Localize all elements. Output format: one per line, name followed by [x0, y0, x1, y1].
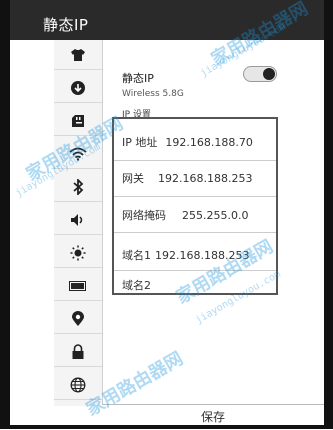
sidebar-item-bluetooth[interactable]	[54, 172, 102, 202]
lock-icon	[72, 343, 84, 359]
sidebar-item-language[interactable]	[54, 370, 102, 400]
device-bezel-left	[0, 0, 10, 429]
title-bar: 静态IP	[10, 0, 324, 40]
toggle-knob	[263, 68, 275, 80]
sidebar-item-display[interactable]	[54, 238, 102, 268]
sidebar-item-wifi[interactable]	[54, 139, 102, 169]
cloud-download-icon	[71, 80, 85, 95]
volume-icon	[71, 213, 83, 226]
battery-icon	[69, 280, 86, 291]
page-title: 静态IP	[43, 16, 89, 34]
bluetooth-icon	[73, 178, 84, 195]
globe-icon	[70, 377, 86, 392]
device-bezel-right	[324, 0, 333, 429]
sd-card-icon	[72, 114, 84, 127]
setting-title: 静态IP	[122, 72, 154, 85]
wifi-icon	[69, 147, 87, 161]
brightness-icon	[70, 245, 86, 260]
sidebar-item-download[interactable]	[54, 73, 102, 103]
sidebar-item-security[interactable]	[54, 337, 102, 367]
highlight-box	[112, 117, 278, 295]
sidebar-item-battery[interactable]	[54, 271, 102, 301]
shirt-icon	[71, 48, 85, 61]
sidebar-item-theme[interactable]	[54, 40, 102, 70]
network-name: Wireless 5.8G	[122, 89, 184, 99]
location-icon	[72, 310, 84, 326]
sidebar-item-location[interactable]	[54, 304, 102, 334]
static-ip-toggle[interactable]	[243, 66, 277, 82]
sidebar-item-sound[interactable]	[54, 205, 102, 235]
device-bezel-bottom	[0, 425, 333, 429]
sidebar-item-storage[interactable]	[54, 106, 102, 136]
settings-sidebar	[54, 40, 103, 406]
